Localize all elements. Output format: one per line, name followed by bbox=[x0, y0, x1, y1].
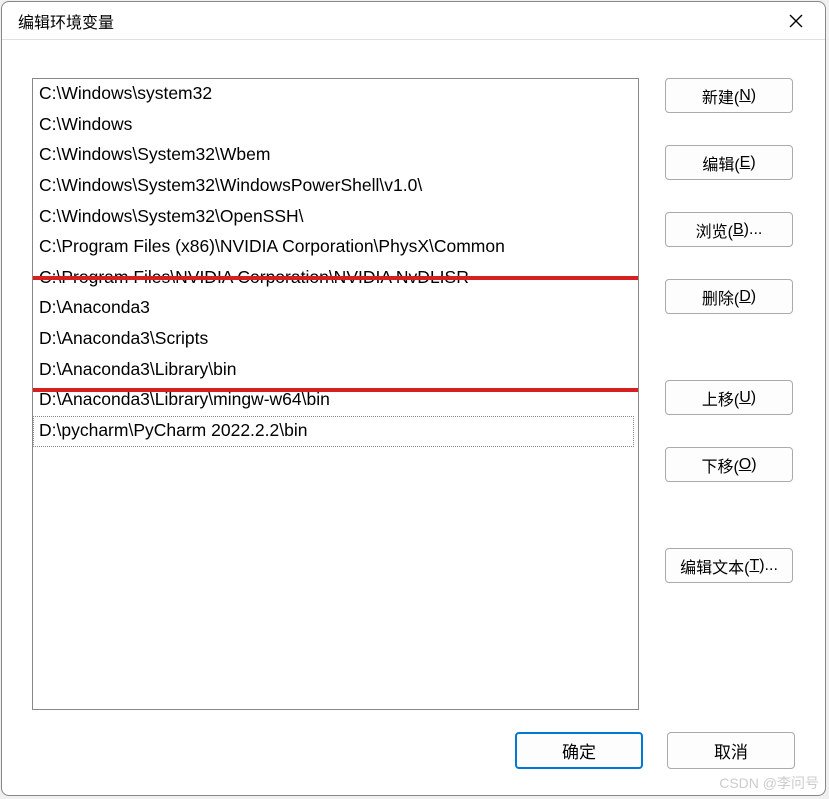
list-item[interactable]: C:\Windows bbox=[33, 110, 638, 141]
movedown-button[interactable]: 下移(O) bbox=[665, 447, 793, 482]
spacer bbox=[665, 346, 795, 378]
footer: 确定 取消 bbox=[2, 720, 825, 795]
new-button[interactable]: 新建(N) bbox=[665, 78, 793, 113]
edit-button[interactable]: 编辑(E) bbox=[665, 145, 793, 180]
ok-button[interactable]: 确定 bbox=[515, 732, 643, 769]
moveup-button[interactable]: 上移(U) bbox=[665, 380, 793, 415]
list-item[interactable]: C:\Program Files (x86)\NVIDIA Corporatio… bbox=[33, 232, 638, 263]
list-item[interactable]: D:\Anaconda3 bbox=[33, 293, 638, 324]
list-item[interactable]: D:\pycharm\PyCharm 2022.2.2\bin bbox=[33, 416, 634, 447]
list-item[interactable]: C:\Windows\system32 bbox=[33, 79, 638, 110]
delete-button[interactable]: 删除(D) bbox=[665, 279, 793, 314]
highlight-line-2 bbox=[33, 388, 638, 392]
content-area: C:\Windows\system32C:\WindowsC:\Windows\… bbox=[2, 40, 825, 720]
cancel-button[interactable]: 取消 bbox=[667, 732, 795, 769]
close-icon[interactable] bbox=[781, 6, 811, 36]
list-item[interactable]: C:\Windows\System32\OpenSSH\ bbox=[33, 202, 638, 233]
list-item[interactable]: C:\Windows\System32\WindowsPowerShell\v1… bbox=[33, 171, 638, 202]
button-column: 新建(N) 编辑(E) 浏览(B)... 删除(D) 上移(U) 下移(O) bbox=[665, 78, 795, 710]
window-title: 编辑环境变量 bbox=[18, 9, 114, 33]
titlebar: 编辑环境变量 bbox=[2, 2, 825, 40]
list-item[interactable]: D:\Anaconda3\Library\bin bbox=[33, 355, 638, 386]
highlight-line-1 bbox=[33, 276, 638, 280]
path-list[interactable]: C:\Windows\system32C:\WindowsC:\Windows\… bbox=[32, 78, 639, 710]
dialog-window: 编辑环境变量 C:\Windows\system32C:\WindowsC:\W… bbox=[1, 1, 826, 796]
browse-button[interactable]: 浏览(B)... bbox=[665, 212, 793, 247]
edittext-button[interactable]: 编辑文本(T)... bbox=[665, 548, 793, 583]
spacer-2 bbox=[665, 514, 795, 546]
list-item[interactable]: D:\Anaconda3\Scripts bbox=[33, 324, 638, 355]
list-item[interactable]: C:\Windows\System32\Wbem bbox=[33, 140, 638, 171]
